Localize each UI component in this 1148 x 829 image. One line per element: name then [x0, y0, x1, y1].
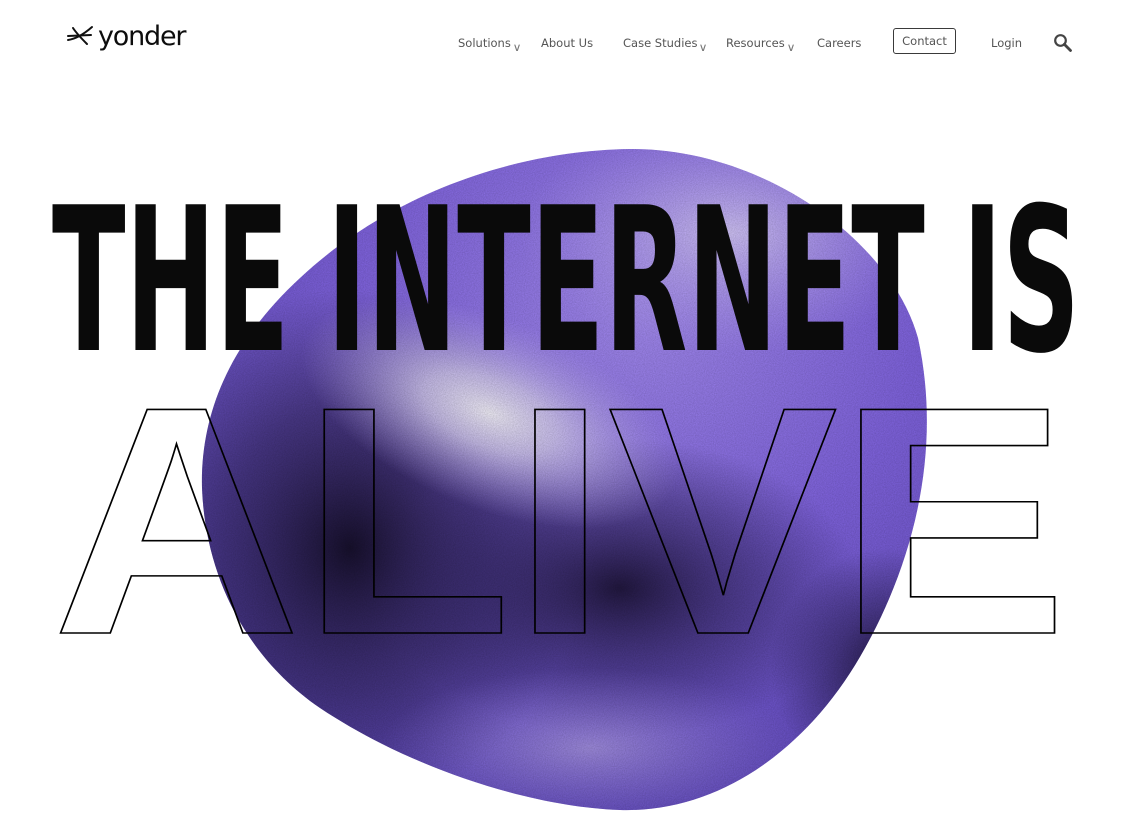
- headline-line-2: ALIVE: [51, 338, 1069, 703]
- nav-item-solutions[interactable]: Solutions ∨: [458, 36, 521, 55]
- contact-button[interactable]: Contact: [893, 28, 956, 54]
- nav-item-careers[interactable]: Careers: [817, 36, 861, 50]
- asterisk-logo-icon: [66, 24, 94, 48]
- brand-name: yonder: [98, 21, 186, 52]
- login-link[interactable]: Login: [991, 36, 1022, 50]
- search-icon: [1054, 34, 1072, 52]
- headline-line-1: THE INTERNET IS: [52, 165, 1080, 398]
- chevron-down-icon: ∨: [699, 41, 708, 54]
- nav-item-about-us[interactable]: About Us: [541, 36, 593, 50]
- headline-text-alive: ALIVE: [52, 339, 1068, 702]
- yonder-logo-link[interactable]: yonder: [66, 21, 186, 52]
- nav-item-label: Solutions: [458, 36, 511, 50]
- nav-item-label: About Us: [541, 36, 594, 50]
- login-label: Login: [991, 36, 1023, 50]
- nav-item-resources[interactable]: Resources ∨: [726, 36, 795, 55]
- nav-item-label: Careers: [817, 36, 862, 50]
- chevron-down-icon: ∨: [512, 41, 522, 54]
- chevron-down-icon: ∨: [786, 41, 796, 54]
- nav-item-label: Case Studies: [623, 36, 698, 50]
- nav-item-label: Resources: [726, 36, 785, 50]
- search-button[interactable]: [1053, 33, 1073, 53]
- nav-item-case-studies[interactable]: Case Studies ∨: [623, 36, 708, 55]
- page: yonder Solutions ∨ About Us Case Studies…: [0, 0, 1148, 829]
